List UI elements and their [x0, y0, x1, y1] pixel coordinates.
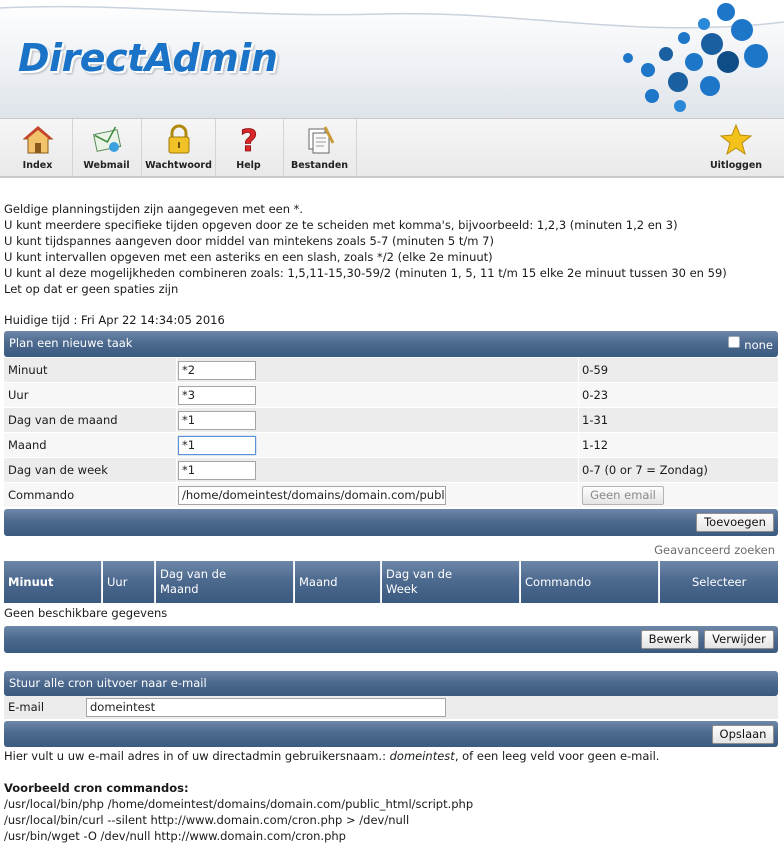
- column-day-of-week[interactable]: Dag van de Week: [382, 561, 520, 603]
- house-icon: [22, 126, 53, 154]
- command-label: Commando: [8, 488, 75, 502]
- toolbar-wachtwoord-label: Wachtwoord: [145, 160, 212, 171]
- current-time: Huidige tijd : Fri Apr 22 14:34:05 2016: [4, 313, 225, 327]
- question-mark-icon: ?: [239, 124, 257, 157]
- command-row: Commando /home/domeintest/domains/domain…: [4, 483, 778, 508]
- svg-text:?: ?: [240, 124, 257, 157]
- help-line: Let op dat er geen spaties zijn: [4, 282, 179, 296]
- toolbar-logout-label: Uitloggen: [709, 160, 763, 171]
- minute-row: Minuut *2 0-59: [4, 358, 778, 383]
- help-line: U kunt al deze mogelijkheden combineren …: [4, 266, 727, 280]
- minute-input[interactable]: *2: [178, 361, 256, 380]
- empty-table-text: Geen beschikbare gegevens: [4, 606, 168, 620]
- delete-button[interactable]: Verwijder: [704, 630, 774, 649]
- day-of-month-label: Dag van de maand: [8, 413, 118, 427]
- edit-button[interactable]: Bewerk: [641, 630, 699, 649]
- column-hour[interactable]: Uur: [103, 561, 155, 603]
- month-input[interactable]: *1: [178, 436, 256, 455]
- main-toolbar: Index Webmail Wachtwoord ? Help Bestande…: [0, 118, 784, 178]
- day-of-week-range: 0-7 (0 or 7 = Zondag): [582, 463, 708, 477]
- cron-table-header: Minuut Uur Dag van de Maand Maand Dag va…: [4, 561, 778, 603]
- help-line: U kunt intervallen opgeven met een aster…: [4, 250, 493, 264]
- toolbar-webmail-label: Webmail: [83, 160, 130, 171]
- column-day-of-month[interactable]: Dag van de Maand: [156, 561, 294, 603]
- month-label: Maand: [8, 438, 47, 452]
- minute-label: Minuut: [8, 363, 48, 377]
- example-command: /usr/local/bin/curl --silent http://www.…: [4, 813, 410, 827]
- email-note: Hier vult u uw e-mail adres in of uw dir…: [4, 749, 660, 763]
- command-input[interactable]: /home/domeintest/domains/domain.com/publ: [178, 486, 446, 505]
- toolbar-bestanden[interactable]: Bestanden: [283, 119, 357, 177]
- toolbar-index-label: Index: [22, 160, 53, 171]
- scheduling-help-text: Geldige planningstijden zijn aangegeven …: [4, 201, 727, 297]
- help-line: U kunt tijdspannes aangeven door middel …: [4, 234, 494, 248]
- files-icon: [308, 126, 334, 154]
- table-actions-bar: Bewerk Verwijder: [4, 626, 778, 653]
- column-select[interactable]: Selecteer: [660, 561, 778, 603]
- toolbar-help[interactable]: ? Help: [214, 119, 284, 177]
- hour-input[interactable]: *3: [178, 386, 256, 405]
- column-minute[interactable]: Minuut: [4, 561, 102, 603]
- hour-label: Uur: [8, 388, 29, 402]
- toolbar-webmail[interactable]: Webmail: [72, 119, 142, 177]
- star-icon: [719, 123, 753, 156]
- column-month[interactable]: Maand: [295, 561, 381, 603]
- hour-row: Uur *3 0-23: [4, 383, 778, 408]
- new-task-footer: Toevoegen: [4, 509, 778, 536]
- none-checkbox[interactable]: [728, 336, 740, 348]
- new-task-title: Plan een nieuwe taak: [9, 336, 133, 350]
- toolbar-help-label: Help: [236, 160, 261, 171]
- toolbar-wachtwoord[interactable]: Wachtwoord: [142, 119, 216, 177]
- padlock-icon: [168, 124, 189, 154]
- toolbar-index[interactable]: Index: [3, 119, 73, 177]
- no-email-button[interactable]: Geen email: [582, 486, 664, 505]
- save-button[interactable]: Opslaan: [712, 725, 774, 744]
- add-button[interactable]: Toevoegen: [696, 513, 774, 532]
- none-label: none: [744, 338, 773, 352]
- email-row: E-mail domeintest: [4, 696, 778, 720]
- day-of-month-row: Dag van de maand *1 1-31: [4, 408, 778, 433]
- examples-title: Voorbeeld cron commandos:: [4, 781, 189, 795]
- email-note-username: domeintest: [389, 749, 455, 763]
- hour-range: 0-23: [582, 388, 609, 402]
- email-header: Stuur alle cron uitvoer naar e-mail: [4, 671, 778, 696]
- email-footer: Opslaan: [4, 721, 778, 747]
- month-row: Maand *1 1-12: [4, 433, 778, 458]
- help-line: Geldige planningstijden zijn aangegeven …: [4, 202, 304, 216]
- day-of-month-range: 1-31: [582, 413, 609, 427]
- email-label: E-mail: [8, 700, 45, 714]
- month-range: 1-12: [582, 438, 609, 452]
- directadmin-logo[interactable]: DirectAdmin: [18, 36, 278, 80]
- example-command: /usr/bin/wget -O /dev/null http://www.do…: [4, 829, 346, 843]
- mail-icon: [92, 126, 121, 152]
- logo-dots-graphic: [623, 3, 768, 112]
- column-command[interactable]: Commando: [521, 561, 659, 603]
- new-task-header: Plan een nieuwe taak none: [4, 331, 778, 357]
- toolbar-logout[interactable]: Uitloggen: [700, 119, 772, 177]
- toolbar-bestanden-label: Bestanden: [290, 160, 349, 171]
- day-of-week-label: Dag van de week: [8, 463, 108, 477]
- header-banner: DirectAdmin: [0, 0, 784, 118]
- day-of-week-row: Dag van de week *1 0-7 (0 or 7 = Zondag): [4, 458, 778, 483]
- help-line: U kunt meerdere specifieke tijden opgeve…: [4, 218, 678, 232]
- minute-range: 0-59: [582, 363, 609, 377]
- email-title: Stuur alle cron uitvoer naar e-mail: [9, 676, 207, 690]
- day-of-month-input[interactable]: *1: [178, 411, 256, 430]
- advanced-search-link[interactable]: Geavanceerd zoeken: [654, 543, 775, 557]
- example-command: /usr/local/bin/php /home/domeintest/doma…: [4, 797, 474, 811]
- email-input[interactable]: domeintest: [86, 698, 446, 717]
- day-of-week-input[interactable]: *1: [178, 461, 256, 480]
